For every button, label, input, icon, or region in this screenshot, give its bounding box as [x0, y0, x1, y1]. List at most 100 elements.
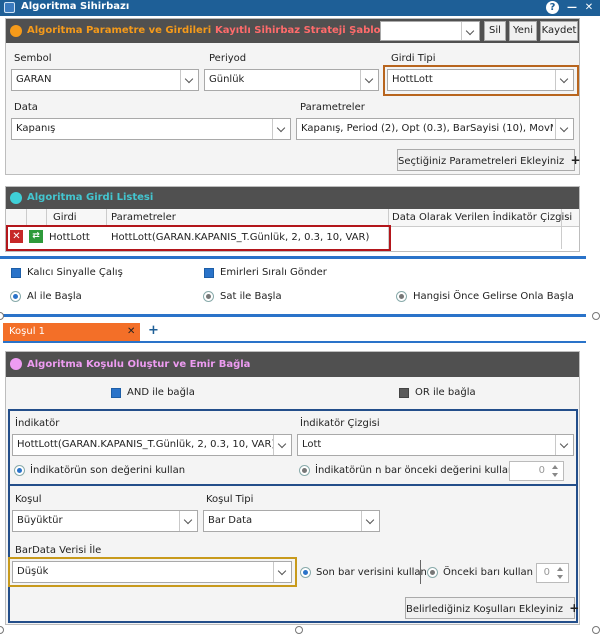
prev-bar-label: Önceki barı kullan : [443, 567, 540, 578]
add-params-button[interactable]: Seçtiğiniz Parametreleri Ekleyiniz + [397, 149, 581, 171]
n-bar-stepper[interactable]: 0 [509, 461, 564, 481]
condition-label: Koşul [15, 494, 42, 505]
ordered-orders-checkbox[interactable] [204, 268, 214, 278]
chevron-down-icon [273, 435, 291, 455]
params-panel: Algoritma Parametre ve Girdileri Kayıtlı… [5, 18, 581, 175]
add-conditions-button[interactable]: Belirlediğiniz Koşulları Ekleyiniz + [405, 597, 579, 619]
tab-kosul-1-label: Koşul 1 [9, 326, 46, 337]
help-button[interactable]: ? [546, 1, 559, 14]
last-bar-label: Son bar verisini kullan [316, 567, 427, 578]
delete-template-button[interactable]: Sil [484, 21, 506, 41]
resize-handle-bottom[interactable] [295, 626, 303, 634]
col-girdi: Girdi [53, 212, 77, 223]
indicator-line-select[interactable]: Lott [297, 434, 574, 456]
tab-close-icon[interactable]: ✕ [127, 326, 135, 337]
start-buy-label: Al ile Başla [27, 291, 82, 302]
n-bar-value: 0 [538, 465, 545, 476]
condition-header: Algoritma Koşulu Oluştur ve Emir Bağla [6, 352, 579, 377]
resize-handle-bottom-left[interactable] [0, 626, 4, 634]
templates-link[interactable]: Kayıtlı Sihirbaz Strateji Şablonları [215, 25, 406, 36]
chevron-down-icon [555, 119, 573, 139]
start-sell-label: Sat ile Başla [220, 291, 282, 302]
col-indikator-cizgisi: Data Olarak Verilen İndikatör Çizgisi [392, 212, 573, 223]
orange-dot-icon [10, 25, 22, 37]
condition-panel: Algoritma Koşulu Oluştur ve Emir Bağla A… [5, 351, 580, 625]
condition-type-value: Bar Data [208, 515, 253, 526]
parameters-select[interactable]: Kapanış, Period (2), Opt (0.3), BarSayis… [296, 118, 574, 140]
pink-dot-icon [10, 358, 22, 370]
start-whichever-radio[interactable] [396, 291, 407, 302]
chevron-down-icon [461, 22, 479, 40]
template-select[interactable] [380, 21, 480, 41]
data-select[interactable]: Kapanış [11, 118, 291, 140]
indicator-select[interactable]: HottLott(GARAN.KAPANIS_T.Günlük, 2, 0.3,… [12, 434, 292, 456]
condition-select[interactable]: Büyüktür [12, 510, 198, 532]
prev-bar-stepper[interactable]: 0 [536, 563, 569, 583]
or-label: OR ile bağla [415, 387, 476, 398]
chevron-down-icon [180, 70, 198, 90]
row-highlight [6, 225, 391, 251]
use-n-bar-radio[interactable] [299, 465, 310, 476]
chevron-down-icon [361, 511, 379, 531]
chevron-down-icon [555, 435, 573, 455]
plus-icon: + [569, 601, 580, 615]
persistent-signal-label: Kalıcı Sinyalle Çalış [27, 267, 123, 278]
start-whichever-label: Hangisi Önce Gelirse Onla Başla [413, 291, 574, 302]
save-template-button[interactable]: Kaydet [540, 21, 578, 41]
input-list-panel: Algoritma Girdi Listesi Girdi Parametrel… [5, 186, 580, 252]
data-label: Data [14, 102, 38, 113]
stepper-arrows-icon[interactable] [549, 463, 561, 479]
symbol-value: GARAN [16, 74, 52, 85]
resize-handle-bottom-right[interactable] [592, 626, 600, 634]
symbol-select[interactable]: GARAN [11, 69, 199, 91]
add-tab-button[interactable]: + [148, 323, 159, 338]
prev-bar-radio[interactable] [427, 567, 438, 578]
chevron-down-icon [179, 511, 197, 531]
parameters-value: Kapanış, Period (2), Opt (0.3), BarSayis… [301, 123, 553, 134]
input-type-label: Girdi Tipi [391, 53, 436, 64]
resize-handle-left[interactable] [0, 312, 4, 320]
and-checkbox[interactable] [111, 388, 121, 398]
add-conditions-label: Belirlediğiniz Koşulları Ekleyiniz [406, 604, 563, 615]
indicator-label: İndikatör [15, 418, 60, 429]
indicator-value: HottLott(GARAN.KAPANIS_T.Günlük, 2, 0.3,… [17, 439, 276, 450]
condition-title: Algoritma Koşulu Oluştur ve Emir Bağla [27, 359, 251, 370]
period-value: Günlük [209, 74, 245, 85]
app-icon [4, 2, 15, 13]
condition-type-select[interactable]: Bar Data [203, 510, 380, 532]
title-bar: Algoritma Sihirbazı ? — ✕ [0, 0, 600, 16]
start-buy-radio[interactable] [10, 291, 21, 302]
vertical-separator [420, 560, 421, 584]
parameters-label: Parametreler [300, 102, 365, 113]
data-value: Kapanış [16, 123, 56, 134]
chevron-down-icon [360, 70, 378, 90]
tab-kosul-1[interactable]: Koşul 1 ✕ [3, 323, 140, 341]
new-template-button[interactable]: Yeni [509, 21, 537, 41]
separator-1 [0, 256, 586, 259]
bardata-highlight [8, 557, 297, 587]
group-divider [10, 484, 576, 486]
separator-2 [0, 314, 586, 317]
params-title: Algoritma Parametre ve Girdileri [27, 25, 212, 36]
close-button[interactable]: ✕ [582, 1, 596, 14]
input-list-header: Algoritma Girdi Listesi [6, 187, 579, 209]
stepper-arrows-icon[interactable] [554, 565, 566, 581]
minimize-button[interactable]: — [565, 1, 579, 14]
add-params-label: Seçtiğiniz Parametreleri Ekleyiniz [398, 156, 565, 167]
teal-dot-icon [10, 192, 22, 204]
window-title: Algoritma Sihirbazı [21, 1, 130, 12]
last-bar-radio[interactable] [300, 567, 311, 578]
period-select[interactable]: Günlük [204, 69, 379, 91]
chevron-down-icon [272, 119, 290, 139]
use-last-radio[interactable] [14, 465, 25, 476]
resize-handle-right[interactable] [592, 312, 600, 320]
use-last-label: İndikatörün son değerini kullan [30, 465, 186, 476]
or-checkbox[interactable] [399, 388, 409, 398]
indicator-line-label: İndikatör Çizgisi [300, 418, 380, 429]
symbol-label: Sembol [14, 53, 52, 64]
and-label: AND ile bağla [127, 387, 195, 398]
persistent-signal-checkbox[interactable] [11, 268, 21, 278]
bardata-label: BarData Verisi İle [15, 545, 102, 556]
col-parametreler: Parametreler [111, 212, 176, 223]
start-sell-radio[interactable] [203, 291, 214, 302]
